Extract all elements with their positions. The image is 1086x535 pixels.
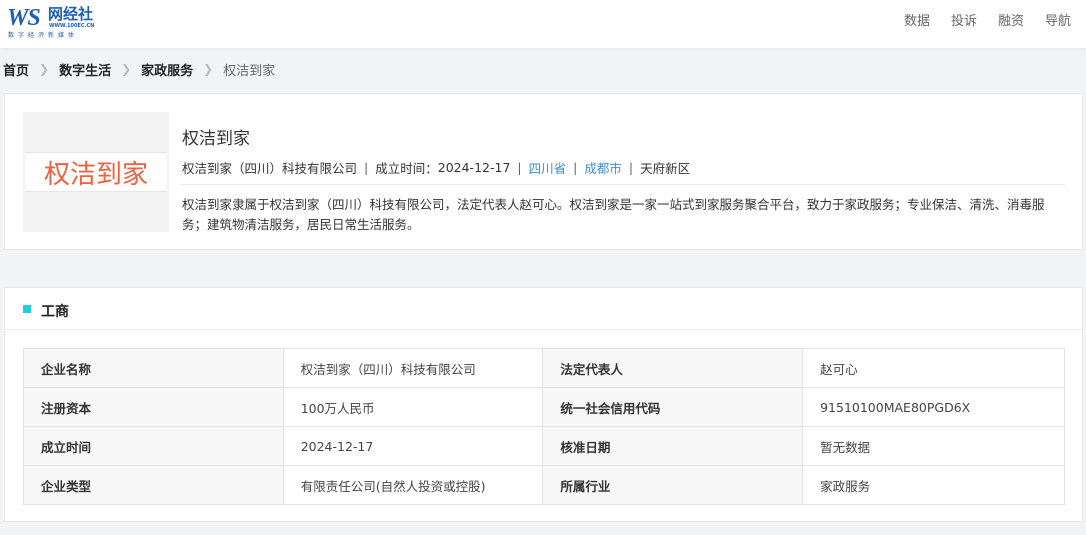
top-nav: 数据 投诉 融资 导航 — [883, 13, 1071, 31]
section-header: 工商 — [5, 288, 1082, 330]
chevron-right-icon: ❯ — [121, 62, 132, 76]
business-info-table: 企业名称 权洁到家（四川）科技有限公司 法定代表人 赵可心 注册资本 100万人… — [23, 348, 1065, 505]
logo-mark: WS — [7, 5, 41, 31]
chevron-right-icon: ❯ — [203, 62, 214, 76]
field-label: 法定代表人 — [542, 348, 804, 388]
top-bar: WS 网经社 WWW.100EC.CN 数字经济新媒体 数据 投诉 融资 导航 — [0, 0, 1086, 48]
breadcrumb-housekeeping[interactable]: 家政服务 — [141, 60, 193, 79]
company-full-name: 权洁到家（四川）科技有限公司 — [182, 161, 358, 176]
company-logo-text: 权洁到家 — [25, 152, 167, 192]
meta-divider: | — [628, 160, 634, 175]
field-value: 91510100MAE80PGD6X — [802, 387, 1065, 427]
nav-item-data[interactable]: 数据 — [904, 13, 930, 31]
company-description: 权洁到家隶属于权洁到家（四川）科技有限公司，法定代表人赵可心。权洁到家是一家一站… — [182, 197, 1045, 232]
field-value: 100万人民币 — [282, 387, 544, 427]
field-value: 权洁到家（四川）科技有限公司 — [282, 348, 544, 388]
meta-divider: | — [364, 160, 369, 175]
table-row: 成立时间 2024-12-17 核准日期 暂无数据 — [23, 426, 1065, 466]
field-label: 企业名称 — [23, 348, 284, 388]
site-logo[interactable]: WS 网经社 WWW.100EC.CN 数字经济新媒体 — [7, 5, 97, 39]
business-info-card: 工商 企业名称 权洁到家（四川）科技有限公司 法定代表人 赵可心 注册资本 10… — [4, 287, 1083, 522]
district: 天府新区 — [640, 161, 691, 176]
company-meta: 权洁到家（四川）科技有限公司 | 成立时间： 2024-12-17 | 四川省 … — [182, 158, 690, 177]
founded-date: 2024-12-17 — [437, 160, 511, 175]
field-label: 注册资本 — [23, 387, 284, 427]
field-label: 核准日期 — [542, 426, 804, 466]
field-label: 所属行业 — [542, 465, 804, 505]
field-label: 统一社会信用代码 — [542, 387, 804, 427]
meta-divider: | — [517, 160, 522, 175]
nav-item-financing[interactable]: 融资 — [998, 13, 1024, 31]
logo-tagline: 数字经济新媒体 — [8, 32, 79, 39]
divider — [182, 184, 1065, 185]
logo-url: WWW.100EC.CN — [49, 23, 95, 29]
meta-divider: | — [573, 160, 578, 175]
field-value: 2024-12-17 — [282, 426, 544, 466]
table-row: 企业类型 有限责任公司(自然人投资或控股) 所属行业 家政服务 — [23, 465, 1065, 505]
field-label: 企业类型 — [23, 465, 284, 505]
field-value: 有限责任公司(自然人投资或控股) — [282, 465, 544, 505]
table-row: 注册资本 100万人民币 统一社会信用代码 91510100MAE80PGD6X — [23, 387, 1065, 427]
breadcrumb: 首页 ❯ 数字生活 ❯ 家政服务 ❯ 权洁到家 — [3, 59, 275, 79]
field-label: 成立时间 — [23, 426, 284, 466]
founded-label: 成立时间： — [375, 161, 438, 176]
logo-name: 网经社 — [48, 5, 94, 23]
breadcrumb-digital-life[interactable]: 数字生活 — [59, 60, 111, 79]
province-link[interactable]: 四川省 — [529, 158, 567, 177]
nav-item-complaint[interactable]: 投诉 — [951, 13, 977, 31]
nav-item-navigation[interactable]: 导航 — [1045, 13, 1071, 31]
company-card: 权洁到家 权洁到家 权洁到家（四川）科技有限公司 | 成立时间： 2024-12… — [4, 93, 1083, 250]
table-row: 企业名称 权洁到家（四川）科技有限公司 法定代表人 赵可心 — [23, 348, 1065, 388]
breadcrumb-home[interactable]: 首页 — [3, 60, 29, 79]
section-marker — [23, 305, 31, 313]
chevron-right-icon: ❯ — [39, 62, 50, 76]
field-value: 家政服务 — [802, 465, 1065, 505]
company-logo: 权洁到家 — [23, 112, 169, 232]
field-value: 暂无数据 — [802, 426, 1065, 466]
breadcrumb-current: 权洁到家 — [223, 63, 276, 79]
field-value: 赵可心 — [802, 348, 1065, 388]
section-title: 工商 — [41, 304, 69, 320]
city-link[interactable]: 成都市 — [584, 158, 622, 177]
company-title: 权洁到家 — [182, 129, 250, 149]
